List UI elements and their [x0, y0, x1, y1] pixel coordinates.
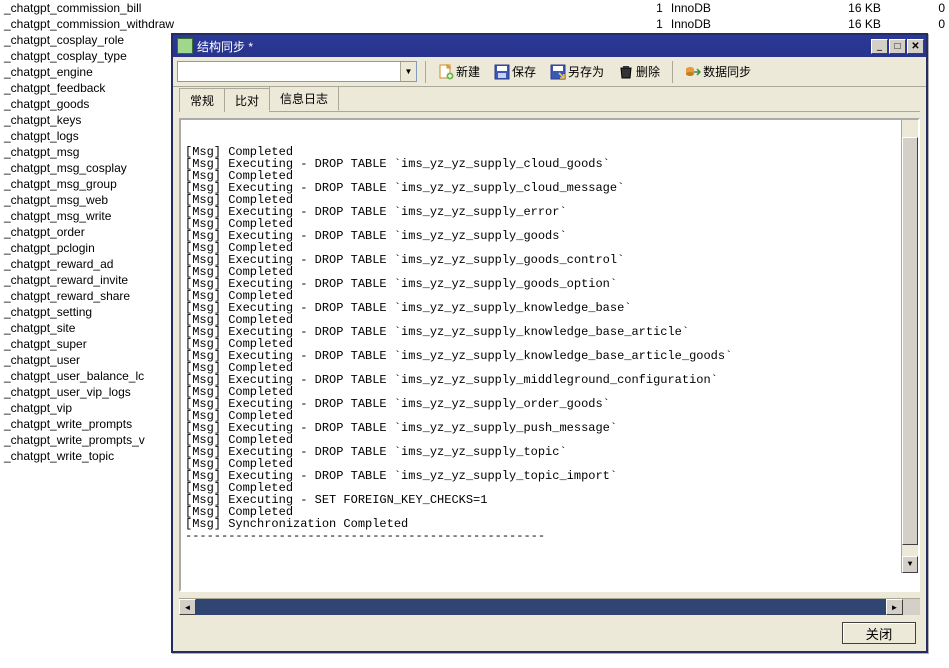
scroll-down-icon[interactable]: ▼ [902, 556, 918, 573]
log-line: [Msg] Executing - SET FOREIGN_KEY_CHECKS… [185, 494, 914, 506]
separator [672, 61, 673, 83]
tab-general[interactable]: 常规 [179, 88, 225, 112]
cell-name: _chatgpt_commission_bill [0, 0, 616, 16]
saveas-button[interactable]: 另存为 [546, 61, 608, 82]
combo-value [178, 62, 400, 81]
delete-button[interactable]: 删除 [614, 61, 664, 82]
minimize-button[interactable]: _ [871, 39, 888, 54]
maximize-button[interactable]: □ [889, 39, 906, 54]
sync-icon [685, 64, 701, 80]
table-row[interactable]: _chatgpt_commission_bill1InnoDB16 KB0 [0, 0, 949, 16]
delete-label: 删除 [636, 63, 660, 80]
log-line: [Msg] Executing - DROP TABLE `ims_yz_yz_… [185, 254, 914, 266]
cell-size: 16 KB [769, 0, 884, 16]
cell-n2: 0 [885, 0, 949, 16]
save-button[interactable]: 保存 [490, 61, 540, 82]
log-line: [Msg] Executing - DROP TABLE `ims_yz_yz_… [185, 446, 914, 458]
log-line: [Msg] Executing - DROP TABLE `ims_yz_yz_… [185, 182, 914, 194]
cell-name: _chatgpt_commission_withdraw [0, 16, 616, 32]
close-x-button[interactable]: ✕ [907, 39, 924, 54]
save-label: 保存 [512, 63, 536, 80]
toolbar: ▼ 新建 保存 另存为 删除 [173, 57, 926, 87]
log-line: [Msg] Executing - DROP TABLE `ims_yz_yz_… [185, 374, 914, 386]
log-line: [Msg] Executing - DROP TABLE `ims_yz_yz_… [185, 350, 914, 362]
app-icon [177, 38, 193, 54]
log-line: [Msg] Executing - DROP TABLE `ims_yz_yz_… [185, 158, 914, 170]
new-label: 新建 [456, 63, 480, 80]
new-file-icon [438, 64, 454, 80]
scroll-right-icon[interactable]: ► [886, 599, 903, 615]
log-line: [Msg] Executing - DROP TABLE `ims_yz_yz_… [185, 302, 914, 314]
close-button[interactable]: 关闭 [842, 622, 916, 644]
dialog-bottom-bar: 关闭 [173, 615, 926, 651]
scroll-thumb[interactable] [902, 137, 918, 545]
cell-engine: InnoDB [667, 16, 770, 32]
log-line: [Msg] Executing - DROP TABLE `ims_yz_yz_… [185, 230, 914, 242]
datasync-button[interactable]: 数据同步 [681, 61, 755, 82]
log-line: [Msg] Executing - DROP TABLE `ims_yz_yz_… [185, 206, 914, 218]
vertical-scrollbar[interactable]: ▲ ▼ [901, 120, 918, 573]
cell-engine: InnoDB [667, 0, 770, 16]
scroll-corner [903, 599, 920, 615]
horizontal-scrollbar[interactable]: ◄ ► [179, 598, 920, 615]
datasync-label: 数据同步 [703, 63, 751, 80]
saveas-icon [550, 64, 566, 80]
log-line: [Msg] Executing - DROP TABLE `ims_yz_yz_… [185, 470, 914, 482]
tab-row: 常规 比对 信息日志 [173, 87, 926, 111]
structure-sync-dialog: 结构同步 * _ □ ✕ ▼ 新建 保存 另存为 [171, 33, 928, 653]
log-line: [Msg] Executing - DROP TABLE `ims_yz_yz_… [185, 278, 914, 290]
cell-n1: 1 [616, 0, 667, 16]
chevron-down-icon[interactable]: ▼ [400, 62, 416, 81]
cell-n2: 0 [885, 16, 949, 32]
scroll-left-icon[interactable]: ◄ [179, 599, 196, 615]
save-icon [494, 64, 510, 80]
separator [425, 61, 426, 83]
log-line: [Msg] Executing - DROP TABLE `ims_yz_yz_… [185, 326, 914, 338]
log-line: ----------------------------------------… [185, 530, 914, 542]
cell-size: 16 KB [769, 16, 884, 32]
profile-combo[interactable]: ▼ [177, 61, 417, 82]
log-frame: [Msg] Completed[Msg] Executing - DROP TA… [179, 118, 920, 592]
saveas-label: 另存为 [568, 63, 604, 80]
dialog-titlebar[interactable]: 结构同步 * _ □ ✕ [173, 35, 926, 57]
cell-n1: 1 [616, 16, 667, 32]
tab-info-log[interactable]: 信息日志 [269, 86, 339, 111]
hscroll-thumb[interactable] [196, 599, 886, 615]
log-line: [Msg] Executing - DROP TABLE `ims_yz_yz_… [185, 422, 914, 434]
log-line: [Msg] Executing - DROP TABLE `ims_yz_yz_… [185, 398, 914, 410]
table-row[interactable]: _chatgpt_commission_withdraw1InnoDB16 KB… [0, 16, 949, 32]
trash-icon [618, 64, 634, 80]
log-output[interactable]: [Msg] Completed[Msg] Executing - DROP TA… [181, 120, 918, 590]
new-button[interactable]: 新建 [434, 61, 484, 82]
tab-underline [179, 111, 920, 112]
dialog-title: 结构同步 * [197, 38, 871, 55]
tab-compare[interactable]: 比对 [224, 88, 270, 112]
